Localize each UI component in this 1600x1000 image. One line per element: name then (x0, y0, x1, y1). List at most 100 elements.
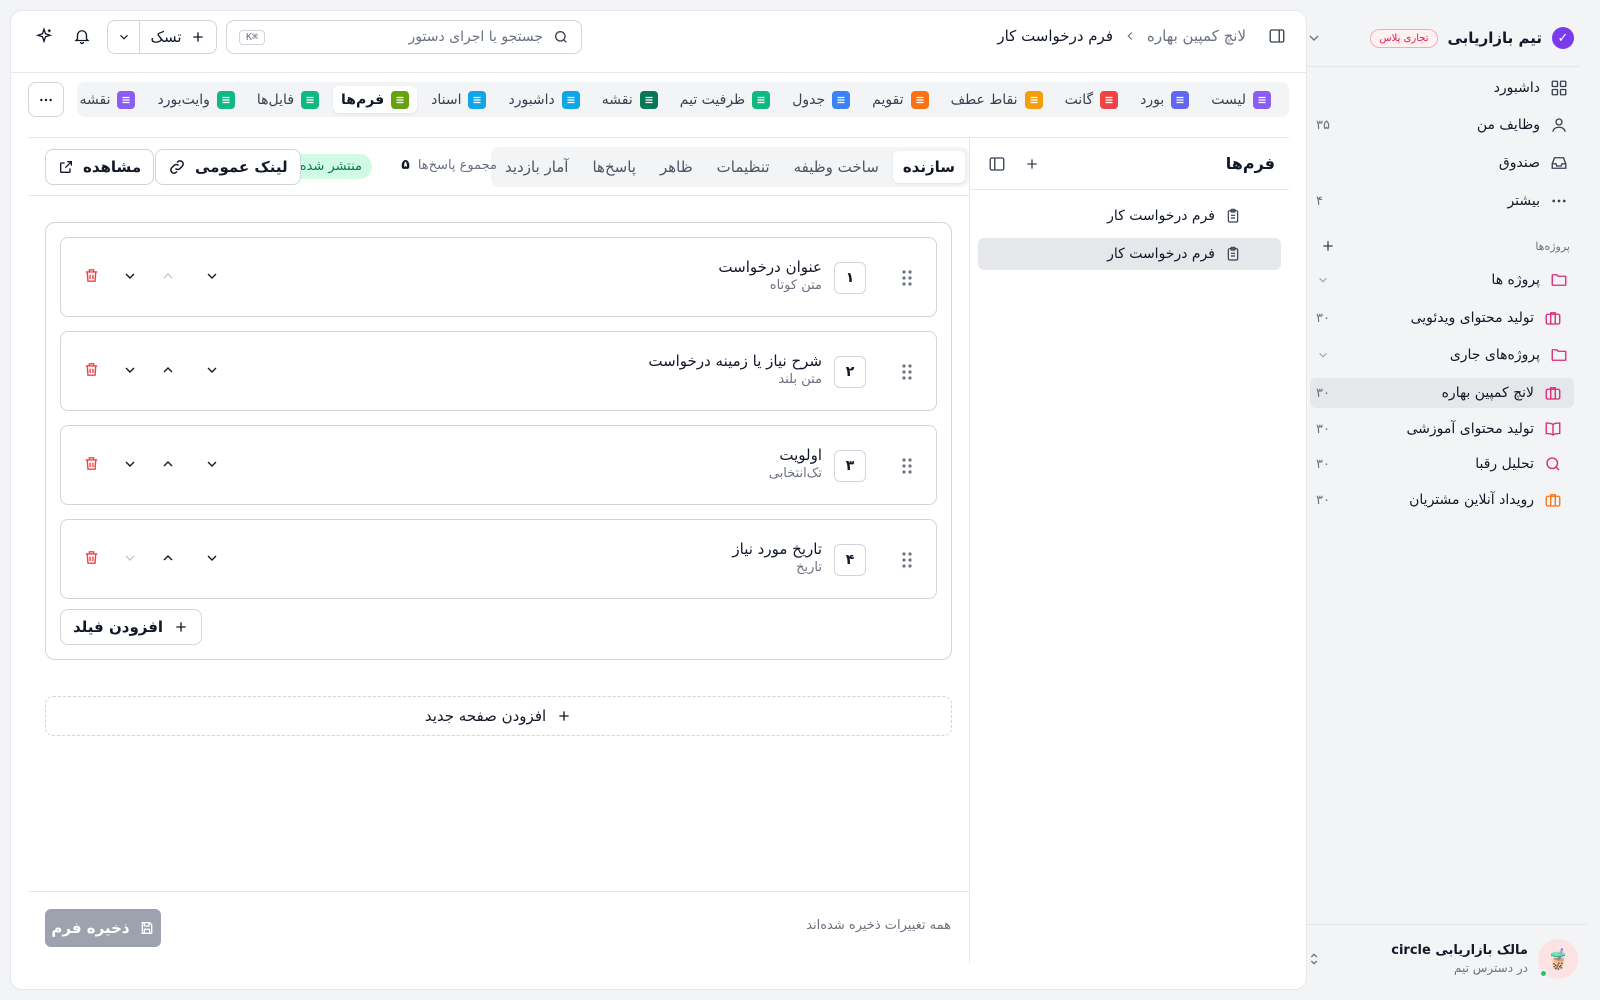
view-tab[interactable]: جدول (784, 86, 858, 113)
search-input[interactable] (275, 29, 543, 45)
tab-visit-stats[interactable]: آمار بازدید (495, 151, 579, 183)
more-views-button[interactable] (28, 82, 64, 117)
save-form-label: ذخیره فرم (51, 919, 130, 937)
tab-appearance[interactable]: ظاهر (650, 151, 703, 183)
briefcase-icon (1544, 491, 1562, 509)
view-tab[interactable]: تقویم (864, 86, 936, 113)
clipboard-icon (1225, 246, 1241, 262)
view-label: نقشه ذهنی (77, 91, 111, 108)
move-up-icon[interactable] (160, 268, 176, 284)
form-list-item[interactable]: فرم درخواست کار (978, 200, 1281, 232)
add-field-button[interactable]: افزودن فیلد (60, 609, 203, 645)
drag-handle-icon[interactable] (900, 363, 914, 381)
move-up-icon[interactable] (160, 550, 176, 566)
view-tab[interactable]: ظرفیت تیم (672, 86, 778, 113)
drag-handle-icon[interactable] (900, 269, 914, 287)
move-up-icon[interactable] (160, 362, 176, 378)
tab-settings[interactable]: تنظیمات (707, 151, 780, 183)
move-down-icon[interactable] (122, 268, 138, 284)
move-down-icon[interactable] (122, 456, 138, 472)
sidebar-item-inbox[interactable]: صندوق (1306, 148, 1578, 178)
view-tab[interactable]: اسناد (423, 86, 494, 113)
view-icon (301, 90, 320, 109)
breadcrumb-item[interactable]: لانچ کمپین بهاره (1147, 27, 1246, 45)
sparkle-icon[interactable] (35, 27, 53, 45)
view-label: لیست (1211, 91, 1246, 108)
bell-icon[interactable] (73, 27, 91, 45)
view-tab[interactable]: داشبورد (500, 86, 587, 113)
drag-handle-icon[interactable] (900, 457, 914, 475)
add-form-icon[interactable] (1024, 155, 1040, 173)
save-form-button[interactable]: ذخیره فرم (45, 909, 161, 947)
view-tab[interactable]: بورد (1132, 86, 1197, 113)
chevron-down-icon[interactable] (1316, 273, 1330, 287)
folder-icon (1550, 346, 1568, 364)
view-tab[interactable]: فایل‌ها (249, 86, 327, 113)
view-tab[interactable]: نقشه ذهنی (77, 86, 143, 113)
topbar: لانچ کمپین بهاره فرم درخواست کار ⌘K تسک (11, 11, 1306, 73)
new-task-button[interactable]: تسک (140, 21, 216, 53)
sidebar-item-more[interactable]: بیشتر ۴ (1306, 186, 1578, 216)
sidebar-project[interactable]: تولید محتوای ویدئویی ۳۰ (1310, 303, 1574, 333)
move-down-icon[interactable] (122, 362, 138, 378)
panel-toggle-icon[interactable] (988, 155, 1006, 173)
search-icon (1544, 455, 1562, 473)
view-tab[interactable]: گانت (1057, 86, 1127, 113)
delete-icon[interactable] (83, 455, 100, 472)
delete-icon[interactable] (83, 549, 100, 566)
sidebar-project-active[interactable]: لانچ کمپین بهاره ۳۰ (1310, 378, 1574, 408)
sidebar-item-dashboard[interactable]: داشبورد (1306, 73, 1578, 103)
view-icon (1253, 90, 1271, 109)
tab-task-creation[interactable]: ساخت وظیفه (784, 151, 889, 183)
form-page-card: ۱ عنوان درخواست متن کوتاه ۲ شرح نیاز یا زمین… (45, 222, 952, 660)
view-tab[interactable]: نقاط عطف (943, 86, 1051, 113)
view-form-label: مشاهده (83, 158, 142, 176)
chevron-down-icon[interactable] (1306, 30, 1322, 46)
form-field-row[interactable]: ۲ شرح نیاز یا زمینه درخواست متن بلند (60, 331, 937, 411)
form-field-row[interactable]: ۱ عنوان درخواست متن کوتاه (60, 237, 937, 317)
form-field-row[interactable]: ۴ تاریخ مورد نیاز تاریخ (60, 519, 937, 599)
project-label: تولید محتوای ویدئویی (1410, 310, 1534, 326)
drag-handle-icon[interactable] (900, 551, 914, 569)
move-up-icon[interactable] (160, 456, 176, 472)
chevron-up-down-icon[interactable] (1306, 951, 1322, 967)
delete-icon[interactable] (83, 361, 100, 378)
move-down-icon[interactable] (122, 550, 138, 566)
plan-badge: تجاری پلاس (1370, 28, 1438, 48)
add-project-icon[interactable] (1320, 238, 1336, 254)
sidebar-project[interactable]: تحلیل رقبا ۳۰ (1310, 449, 1574, 479)
form-field-row[interactable]: ۳ اولویت تک‌انتخابی (60, 425, 937, 505)
tab-responses[interactable]: پاسخ‌ها (582, 151, 645, 183)
folder-current-projects[interactable]: پروژه‌های جاری (1310, 340, 1574, 370)
folder-projects[interactable]: پروژه ها (1310, 265, 1574, 295)
view-form-button[interactable]: مشاهده (45, 149, 155, 185)
view-tab[interactable]: فرم‌ها (333, 86, 418, 113)
chevron-down-icon[interactable] (1316, 348, 1330, 362)
expand-chevron-icon[interactable] (204, 456, 220, 472)
delete-icon[interactable] (83, 267, 100, 284)
public-link-button[interactable]: لینک عمومی (155, 149, 301, 185)
workspace-switcher[interactable]: ✓ تیم بازاریابی تجاری پلاس (1306, 24, 1574, 52)
form-list-item-active[interactable]: فرم درخواست کار (978, 238, 1281, 270)
field-title: شرح نیاز یا زمینه درخواست (648, 352, 822, 370)
expand-chevron-icon[interactable] (204, 362, 220, 378)
sidebar-toggle-icon[interactable] (1268, 27, 1286, 45)
search-box[interactable]: ⌘K (226, 20, 582, 54)
sidebar-project[interactable]: تولید محتوای آموزشی ۳۰ (1310, 414, 1574, 444)
user-menu[interactable]: 🧋 مالک بازاریابی circle در دسترس تیم (1306, 936, 1578, 982)
add-page-button[interactable]: افزودن صفحه جدید (45, 696, 952, 736)
expand-chevron-icon[interactable] (204, 550, 220, 566)
view-tab[interactable]: نقشه (594, 86, 666, 113)
clipboard-icon (1225, 208, 1241, 224)
view-tab[interactable]: وایت‌بورد (149, 86, 242, 113)
tab-builder[interactable]: سازنده (892, 151, 965, 183)
expand-chevron-icon[interactable] (204, 268, 220, 284)
task-dropdown-button[interactable] (108, 21, 140, 53)
folder-label: پروژه‌های جاری (1449, 347, 1540, 363)
sidebar-item-my-tasks[interactable]: وظایف من ۳۵ (1306, 110, 1578, 140)
view-tab[interactable]: لیست (1203, 86, 1279, 113)
new-task-label: تسک (150, 28, 182, 46)
sidebar-project[interactable]: رویداد آنلاین مشتریان ۳۰ (1310, 485, 1574, 515)
more-icon (1550, 192, 1568, 210)
project-count: ۳۰ (1316, 310, 1330, 326)
